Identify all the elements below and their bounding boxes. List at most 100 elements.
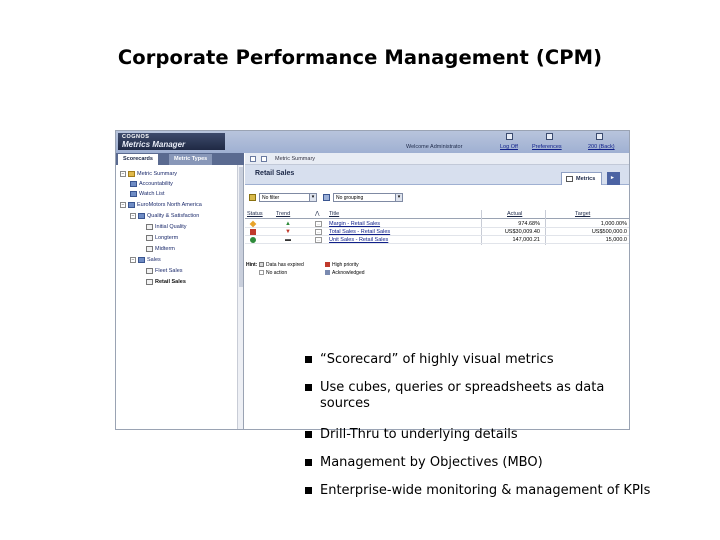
- metric-title[interactable]: Total Sales - Retail Sales: [329, 229, 390, 235]
- tab-more[interactable]: ▸: [607, 172, 620, 185]
- hint-text: No action: [266, 270, 288, 276]
- more-tab-icon: ▸: [611, 175, 614, 181]
- scorecard-icon: [138, 257, 145, 263]
- status-square-icon: [250, 229, 256, 235]
- comment-icon[interactable]: …: [315, 229, 322, 235]
- trend-flat-icon: ▬: [285, 237, 291, 243]
- high-priority-icon: [325, 262, 330, 268]
- grouping-select[interactable]: No grouping ▾: [333, 193, 403, 202]
- metric-icon: [146, 246, 153, 252]
- metric-icon: [146, 235, 153, 241]
- logoff-icon[interactable]: [506, 133, 513, 140]
- tree-label: EuroMotors North America: [137, 202, 202, 208]
- column-header-comment[interactable]: ⋀: [315, 211, 320, 217]
- column-header-status[interactable]: Status: [247, 211, 263, 217]
- folder-icon: [128, 171, 135, 177]
- preferences-icon[interactable]: [546, 133, 553, 140]
- filter-select[interactable]: No filter ▾: [259, 193, 317, 202]
- filter-icon: [249, 194, 256, 201]
- preferences-link[interactable]: Preferences: [532, 144, 562, 150]
- tree-item-euromotors[interactable]: − EuroMotors North America: [120, 202, 202, 212]
- collapse-pane-icon[interactable]: [250, 156, 256, 162]
- bullet-text: Drill-Thru to underlying details: [320, 427, 518, 442]
- logoff-link[interactable]: Log Off: [500, 144, 518, 150]
- content-toolbar: Metric Summary: [245, 153, 629, 165]
- scorecard-icon: [138, 213, 145, 219]
- tab-label: Metrics: [576, 176, 596, 182]
- header-links: Welcome Administrator Log Off Preference…: [396, 133, 627, 151]
- metric-target: 15,000.0: [605, 237, 627, 243]
- bullet-marker: [305, 356, 312, 363]
- left-tab-bar: Scorecards Metric Types: [116, 153, 244, 165]
- expand-toggle-icon[interactable]: −: [120, 171, 126, 177]
- tree-label: Initial Quality: [155, 224, 187, 230]
- hint-no-action: No action: [259, 270, 287, 276]
- metric-title[interactable]: Unit Sales - Retail Sales: [329, 237, 388, 243]
- product-name: Metrics Manager: [122, 140, 186, 149]
- status-diamond-icon: [249, 220, 257, 228]
- expand-toggle-icon[interactable]: −: [120, 202, 126, 208]
- about-link[interactable]: 200 (Back): [588, 144, 615, 150]
- table-row[interactable]: ▼ … Total Sales - Retail Sales US$30,009.40…: [245, 228, 629, 236]
- column-header-trend[interactable]: Trend: [276, 211, 290, 217]
- tree-label: Metric Summary: [137, 171, 178, 177]
- tree-item-longterm[interactable]: Longterm: [146, 235, 178, 245]
- column-header-target[interactable]: Target: [575, 211, 590, 217]
- tree-label: Fleet Sales: [155, 268, 183, 274]
- navigation-pane: Scorecards Metric Types − Metric Summary …: [116, 153, 244, 429]
- bullet-text: Enterprise-wide monitoring & management …: [320, 483, 651, 498]
- scrollbar-thumb[interactable]: [239, 167, 243, 287]
- metric-actual: 147,000.21: [512, 237, 540, 243]
- metric-icon: [146, 224, 153, 230]
- tree-item-quality[interactable]: − Quality & Satisfaction: [130, 213, 199, 223]
- breadcrumb[interactable]: Metric Summary: [275, 156, 315, 162]
- tree-label: Accountability: [139, 181, 173, 187]
- tab-scorecards[interactable]: Scorecards: [118, 154, 158, 165]
- grouping-select-value: No grouping: [336, 195, 364, 201]
- grouping-icon: [323, 194, 330, 201]
- scorecard-icon: [130, 191, 137, 197]
- tree-item-accountability[interactable]: Accountability: [130, 181, 173, 191]
- expand-toggle-icon[interactable]: −: [130, 257, 136, 263]
- tree-label: Sales: [147, 257, 161, 263]
- no-action-icon: [259, 270, 264, 276]
- about-icon[interactable]: [596, 133, 603, 140]
- bullet-text: Use cubes, queries or spreadsheets as da…: [320, 380, 605, 411]
- tree-label: Quality & Satisfaction: [147, 213, 200, 219]
- expand-toggle-icon[interactable]: −: [130, 213, 136, 219]
- tree-item-watch-list[interactable]: Watch List: [130, 191, 164, 201]
- hints-label: Hint:: [246, 262, 258, 268]
- tree-item-metric-summary[interactable]: − Metric Summary: [120, 171, 177, 181]
- tab-metrics[interactable]: Metrics: [561, 172, 603, 185]
- tree-label: Longterm: [155, 235, 179, 241]
- comment-icon[interactable]: …: [315, 221, 322, 227]
- tree-item-retail-sales[interactable]: Retail Sales: [146, 279, 186, 289]
- metric-target: US$500,000.0: [591, 229, 627, 235]
- tab-metric-types[interactable]: Metric Types: [169, 154, 213, 165]
- table-row[interactable]: ▲ … Margin - Retail Sales 974.68% 1,000.00%: [245, 220, 629, 228]
- status-circle-icon: [250, 237, 256, 243]
- chevron-down-icon: ▾: [395, 194, 402, 201]
- table-header: Status Trend ⋀ Title Actual Target: [245, 210, 629, 219]
- filter-bar: No filter ▾ No grouping ▾: [245, 193, 629, 205]
- comment-icon[interactable]: …: [315, 237, 322, 243]
- home-icon[interactable]: [261, 156, 267, 162]
- metric-title[interactable]: Margin - Retail Sales: [329, 221, 380, 227]
- column-header-title[interactable]: Title: [329, 211, 339, 217]
- tree-item-midterm[interactable]: Midterm: [146, 246, 175, 256]
- hint-text: Data has expired: [266, 262, 304, 268]
- tree-item-sales[interactable]: − Sales: [130, 257, 161, 267]
- tree-item-initial-quality[interactable]: Initial Quality: [146, 224, 187, 234]
- metric-actual: US$30,009.40: [504, 229, 540, 235]
- metric-actual: 974.68%: [518, 221, 540, 227]
- metrics-tab-icon: [566, 176, 573, 182]
- bullet-text: “Scorecard” of highly visual metrics: [320, 352, 554, 367]
- column-header-actual[interactable]: Actual: [507, 211, 522, 217]
- hints-legend: Hint: Data has expired No action High pr…: [245, 261, 629, 281]
- tree-item-fleet-sales[interactable]: Fleet Sales: [146, 268, 183, 278]
- bullet-marker: [305, 459, 312, 466]
- table-row[interactable]: ▬ … Unit Sales - Retail Sales 147,000.21 15,…: [245, 236, 629, 244]
- expired-icon: [259, 262, 264, 268]
- left-scrollbar[interactable]: [237, 165, 243, 429]
- scorecard-title: Retail Sales: [255, 170, 295, 177]
